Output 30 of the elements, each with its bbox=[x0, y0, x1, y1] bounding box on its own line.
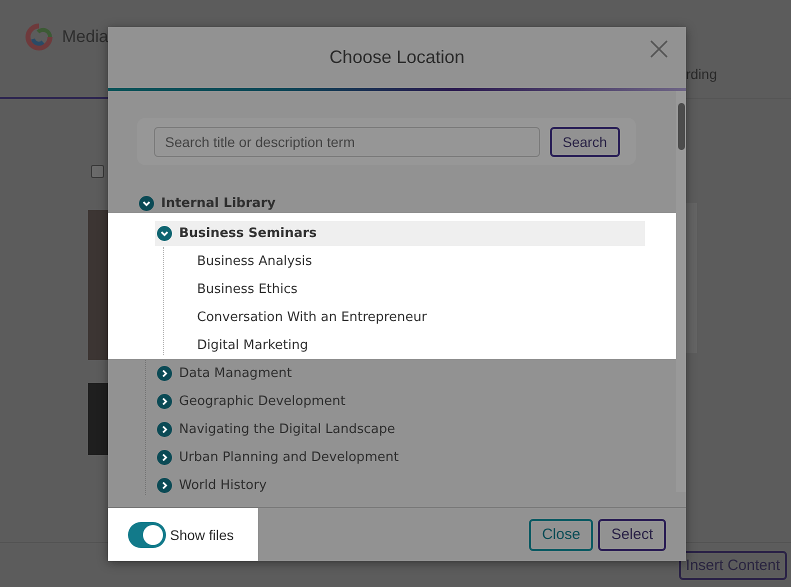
chevron-right-icon[interactable] bbox=[157, 450, 172, 464]
tree-item[interactable]: Urban Planning and Development bbox=[155, 444, 401, 470]
tree-item[interactable]: Geographic Development bbox=[155, 388, 348, 414]
chevron-down-icon[interactable] bbox=[139, 196, 154, 210]
tree-item[interactable]: Business Seminars bbox=[155, 220, 645, 246]
chevron-right-icon[interactable] bbox=[157, 366, 172, 380]
select-button[interactable]: Select bbox=[598, 518, 666, 550]
chevron-right-icon[interactable] bbox=[157, 478, 172, 492]
chevron-down-icon[interactable] bbox=[157, 226, 172, 240]
tree-item[interactable]: World History bbox=[155, 472, 269, 498]
tree-item[interactable]: Navigating the Digital Landscape bbox=[155, 416, 398, 442]
chevron-right-icon[interactable] bbox=[157, 422, 172, 436]
dialog-title: Choose Location bbox=[329, 47, 465, 68]
toggle-switch[interactable] bbox=[128, 522, 166, 548]
toggle-label: Show files bbox=[170, 526, 234, 542]
tree-item[interactable]: Digital Marketing bbox=[195, 332, 310, 358]
tree-item[interactable]: Internal Library bbox=[137, 190, 278, 216]
tree-item[interactable]: Data Managment bbox=[155, 360, 294, 386]
logo-icon bbox=[24, 23, 54, 51]
tree-item[interactable]: Business Analysis bbox=[195, 248, 314, 274]
search-field[interactable]: Search title or description term bbox=[154, 126, 540, 156]
close-button[interactable]: Close bbox=[528, 518, 594, 550]
checkbox[interactable] bbox=[91, 165, 104, 178]
scrollbar[interactable] bbox=[676, 91, 686, 492]
search-button[interactable]: Search bbox=[550, 126, 620, 156]
chevron-right-icon[interactable] bbox=[157, 394, 172, 408]
insert-content-button[interactable]: Insert Content bbox=[678, 550, 787, 580]
tree-item[interactable]: Conversation With an Entrepreneur bbox=[195, 304, 429, 330]
photo-placeholder bbox=[88, 383, 108, 455]
tree-item[interactable]: Business Ethics bbox=[195, 276, 300, 302]
